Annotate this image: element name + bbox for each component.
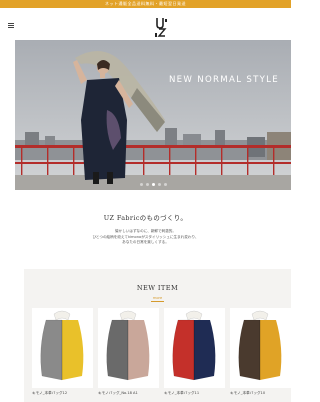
product-name[interactable]: キモノ_本革バッグ10 [230,391,291,396]
brand-intro: UZ Fabricのものづくり。 懐かしいはずなのに、新鮮で刺激的。 ひとつの絵… [0,213,291,246]
intro-title: UZ Fabricのものづくり。 [103,214,188,222]
hero-banner[interactable]: NEW NORMAL STYLE [15,40,291,190]
kimono-bag-illustration [40,310,84,381]
product-image[interactable] [230,308,291,388]
hero-photo [15,40,291,190]
kimono-bag-illustration [238,310,282,381]
new-item-title: NEW ITEM [136,284,179,292]
product-name[interactable]: キモノ_本革バッグ12 [32,391,93,396]
hero-headline: NEW NORMAL STYLE [168,75,279,85]
intro-body: 懐かしいはずなのに、新鮮で刺激的。 ひとつの絵柄を絞えてkimonoがスタイリッ… [0,229,291,246]
carousel-dot[interactable] [145,183,149,186]
product-image[interactable] [98,308,159,388]
carousel-dot-active[interactable] [151,183,155,186]
carousel-dot[interactable] [139,183,143,186]
carousel-dot[interactable] [157,183,161,186]
kimono-bag-illustration [172,310,216,381]
carousel-dot[interactable] [163,183,167,186]
announcement-bar: ネット通販全品送料無料・最短翌日発送 [0,0,291,8]
announcement-text: ネット通販全品送料無料・最短翌日発送 [105,1,186,6]
site-header [0,8,291,40]
product-name[interactable]: キモノ_本革バッグ11 [164,391,225,396]
intro-line: あなたの日常を楽しくする。 [122,240,169,245]
product-image[interactable] [164,308,225,388]
product-image[interactable] [32,308,93,388]
hamburger-menu-icon[interactable] [8,23,14,28]
product-card[interactable]: キモノ_本革バッグ10 [230,308,291,396]
kimono-bag-illustration [106,310,150,381]
more-link-underline [151,301,164,302]
product-card[interactable]: キモノ_本革バッグ12 [32,308,93,396]
product-name[interactable]: キモノバッグ_No.18 A1 [98,391,159,396]
more-link[interactable]: more [24,296,291,300]
carousel-indicators [15,183,291,186]
product-card[interactable]: キモノ_本革バッグ11 [164,308,225,396]
product-card[interactable]: キモノバッグ_No.18 A1 [98,308,159,396]
brand-logo[interactable] [154,16,168,38]
new-item-section: NEW ITEM more キモノ_本革バッグ12 キモノバッグ_No.18 A… [24,269,291,402]
